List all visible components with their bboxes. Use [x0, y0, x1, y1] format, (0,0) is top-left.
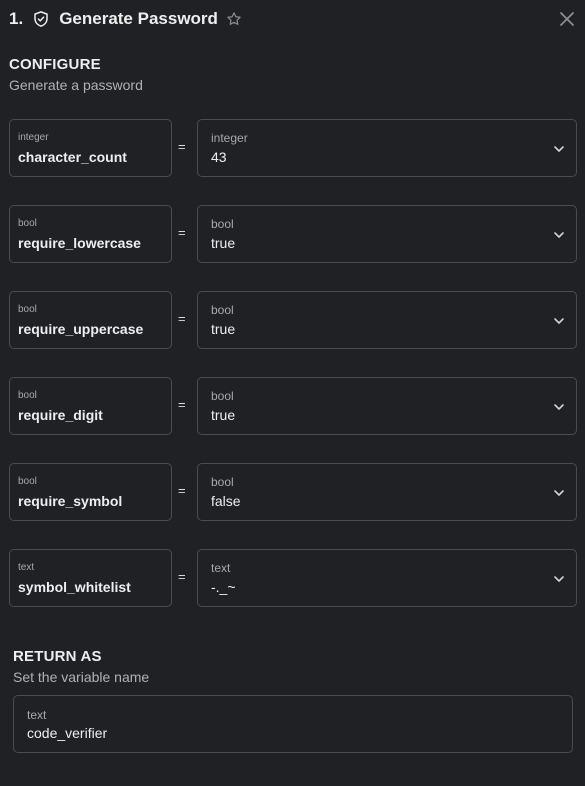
- configure-subtitle: Generate a password: [9, 77, 143, 93]
- param-value-dropdown[interactable]: text -._~: [197, 549, 577, 607]
- param-name: symbol_whitelist: [18, 579, 131, 595]
- step-number: 1.: [9, 9, 24, 28]
- param-value-dropdown[interactable]: bool true: [197, 291, 577, 349]
- param-value: true: [211, 235, 236, 251]
- param-row: bool require_digit = bool true: [9, 377, 577, 435]
- param-name-box: integer character_count: [9, 119, 172, 177]
- generate-password-panel: 1. Generate Password CONFIGURE Generate …: [0, 0, 585, 786]
- param-row: text symbol_whitelist = text -._~: [9, 549, 577, 607]
- param-name-box: bool require_symbol: [9, 463, 172, 521]
- equals-sign: =: [178, 311, 186, 326]
- param-name-box: text symbol_whitelist: [9, 549, 172, 607]
- chevron-down-icon: [554, 146, 564, 152]
- star-icon[interactable]: [226, 11, 242, 27]
- param-type-label: bool: [18, 390, 37, 401]
- return-type-label: text: [27, 708, 47, 722]
- param-name-box: bool require_lowercase: [9, 205, 172, 263]
- param-type-label: text: [18, 562, 35, 573]
- value-type-label: integer: [211, 131, 248, 145]
- param-value-dropdown[interactable]: bool true: [197, 205, 577, 263]
- equals-sign: =: [178, 569, 186, 584]
- param-value: false: [211, 493, 241, 509]
- equals-sign: =: [178, 225, 186, 240]
- chevron-down-icon: [554, 404, 564, 410]
- value-type-label: bool: [211, 475, 234, 489]
- param-type-label: bool: [18, 218, 37, 229]
- param-value: true: [211, 407, 236, 423]
- shield-check-icon: [32, 10, 50, 28]
- value-type-label: text: [211, 561, 231, 575]
- param-type-label: bool: [18, 304, 37, 315]
- param-value: -._~: [211, 579, 236, 595]
- param-name: require_symbol: [18, 493, 123, 509]
- chevron-down-icon: [554, 232, 564, 238]
- param-name-box: bool require_digit: [9, 377, 172, 435]
- equals-sign: =: [178, 139, 186, 154]
- param-row: bool require_symbol = bool false: [9, 463, 577, 521]
- param-name: character_count: [18, 149, 127, 165]
- param-type-label: bool: [18, 476, 37, 487]
- configure-heading: CONFIGURE: [9, 56, 101, 73]
- param-value-dropdown[interactable]: integer 43: [197, 119, 577, 177]
- param-name: require_digit: [18, 407, 103, 423]
- equals-sign: =: [178, 483, 186, 498]
- param-type-label: integer: [18, 132, 49, 143]
- param-name: require_lowercase: [18, 235, 141, 251]
- param-value-dropdown[interactable]: bool true: [197, 377, 577, 435]
- chevron-down-icon: [554, 318, 564, 324]
- return-variable-value: code_verifier: [27, 725, 108, 741]
- chevron-down-icon: [554, 576, 564, 582]
- return-as-subtitle: Set the variable name: [13, 669, 150, 685]
- value-type-label: bool: [211, 303, 234, 317]
- param-value: true: [211, 321, 236, 337]
- equals-sign: =: [178, 397, 186, 412]
- param-row: bool require_lowercase = bool true: [9, 205, 577, 263]
- close-icon[interactable]: [558, 10, 576, 28]
- return-as-heading: RETURN AS: [13, 648, 102, 665]
- value-type-label: bool: [211, 389, 234, 403]
- param-name: require_uppercase: [18, 321, 144, 337]
- param-row: bool require_uppercase = bool true: [9, 291, 577, 349]
- param-value-dropdown[interactable]: bool false: [197, 463, 577, 521]
- param-value: 43: [211, 149, 227, 165]
- chevron-down-icon: [554, 490, 564, 496]
- return-variable-input[interactable]: text code_verifier: [13, 695, 573, 753]
- value-type-label: bool: [211, 217, 234, 231]
- panel-header: 1. Generate Password: [9, 0, 576, 38]
- param-row: integer character_count = integer 43: [9, 119, 577, 177]
- page-title: Generate Password: [59, 9, 218, 28]
- param-name-box: bool require_uppercase: [9, 291, 172, 349]
